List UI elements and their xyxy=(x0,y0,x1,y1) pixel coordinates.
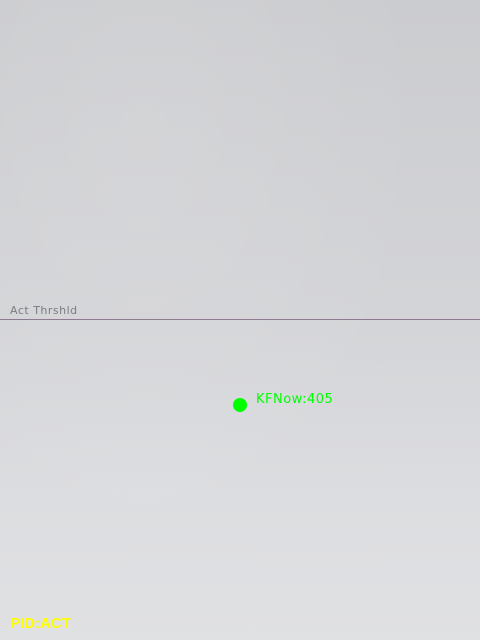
keyframe-marker-icon xyxy=(233,398,247,412)
pid-status: PID:ACT xyxy=(10,615,71,632)
threshold-label: Act Thrshld xyxy=(10,304,78,317)
threshold-line xyxy=(0,319,480,320)
keyframe-label: KFNow:405 xyxy=(256,392,334,407)
camera-view: Act Thrshld KFNow:405 PID:ACT xyxy=(0,0,480,640)
